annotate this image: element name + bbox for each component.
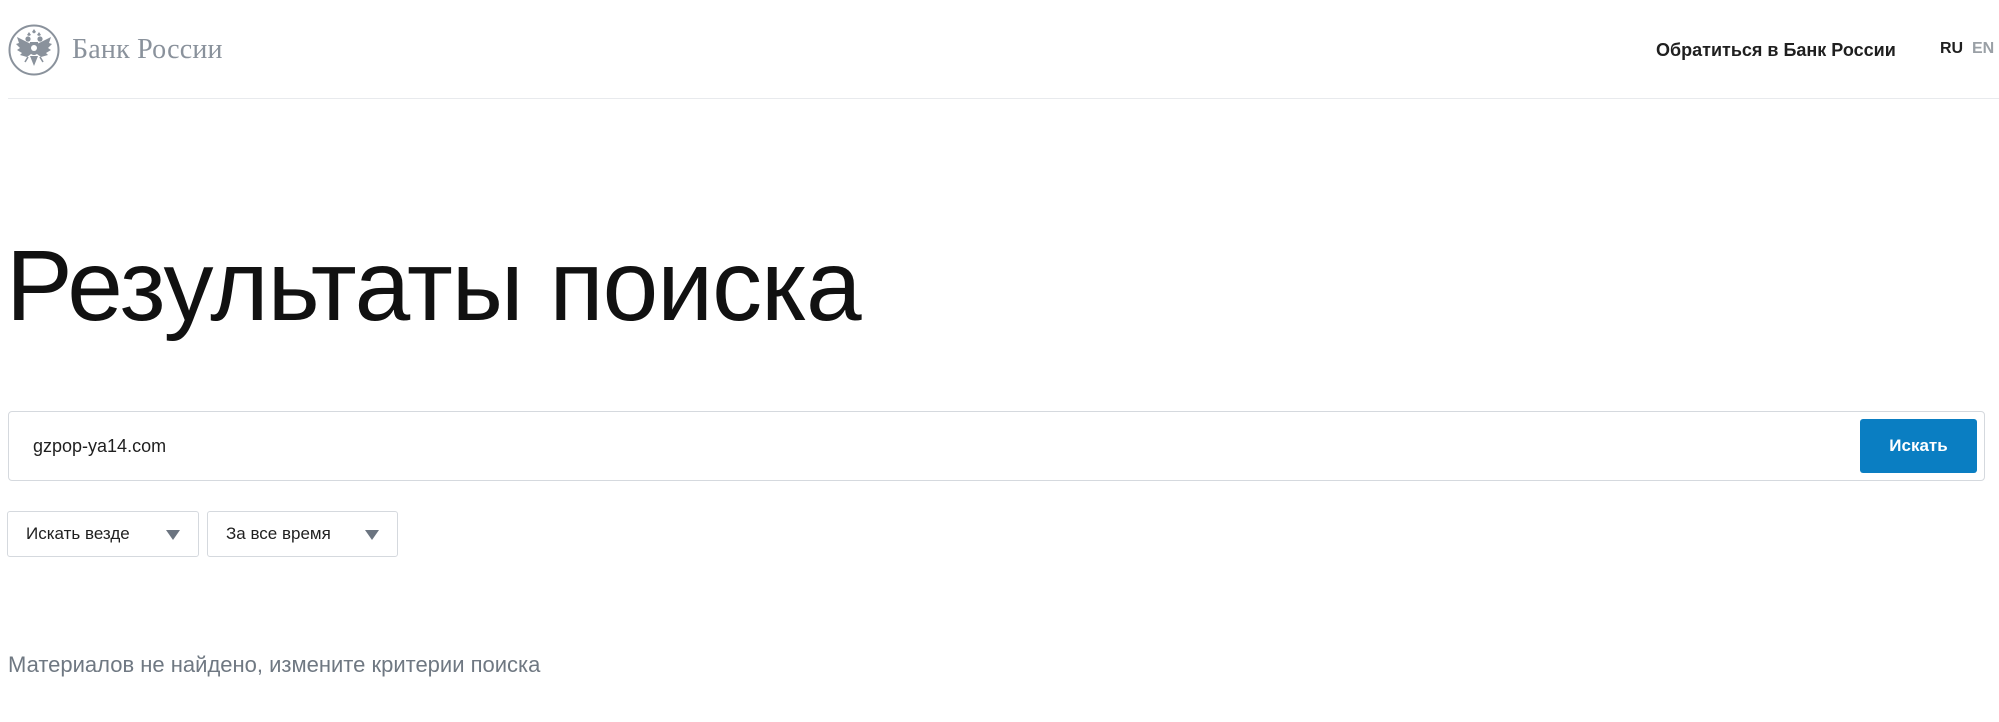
bank-emblem-icon [8, 24, 60, 76]
search-input[interactable] [33, 412, 1833, 480]
search-scope-dropdown[interactable]: Искать везде [7, 511, 199, 557]
site-header: Банк России Обратиться в Банк России RU … [0, 0, 1999, 100]
logo-link[interactable]: Банк России [8, 24, 223, 76]
triangle-down-icon [166, 530, 180, 540]
search-form: Искать [8, 411, 1985, 481]
search-button[interactable]: Искать [1860, 419, 1977, 473]
contact-bank-link[interactable]: Обратиться в Банк России [1656, 40, 1896, 61]
language-ru-link[interactable]: RU [1940, 40, 1963, 58]
logo-text: Банк России [72, 34, 223, 65]
page-title: Результаты поиска [6, 230, 862, 342]
language-en-link[interactable]: EN [1972, 40, 1994, 58]
header-divider [8, 98, 1999, 99]
search-period-label: За все время [226, 524, 331, 543]
no-results-message: Материалов не найдено, измените критерии… [8, 652, 541, 677]
triangle-down-icon [365, 530, 379, 540]
search-period-dropdown[interactable]: За все время [207, 511, 398, 557]
search-scope-label: Искать везде [26, 524, 130, 543]
